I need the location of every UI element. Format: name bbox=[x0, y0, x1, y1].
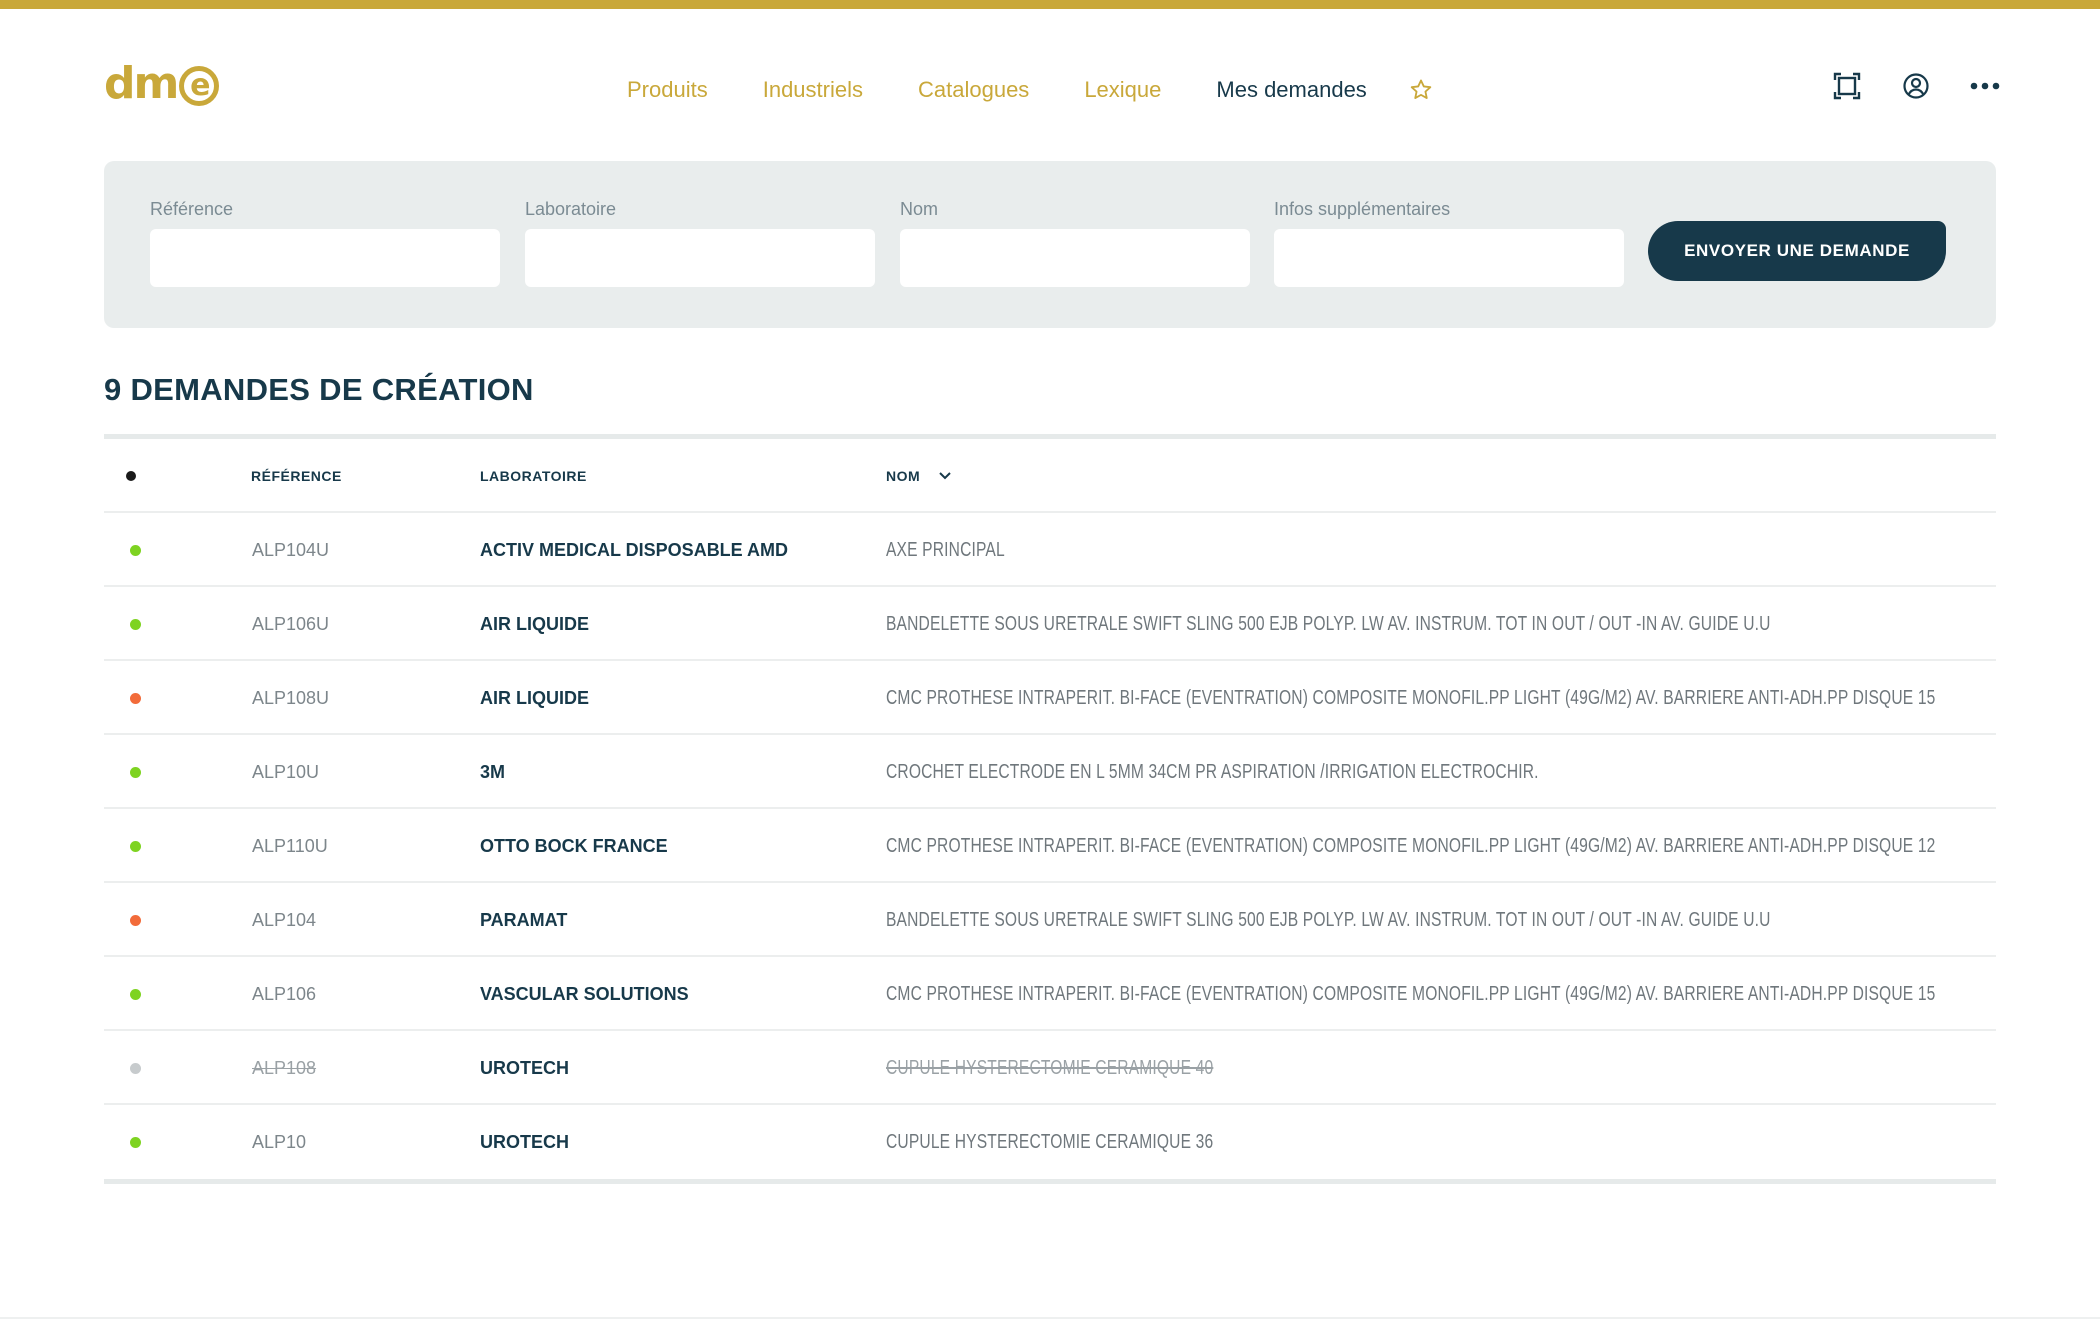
reference-cell: ALP10 bbox=[252, 1131, 307, 1152]
laboratory-input[interactable] bbox=[525, 229, 875, 287]
reference-cell: ALP106 bbox=[252, 983, 317, 1004]
name-cell: CROCHET ELECTRODE EN L 5MM 34CM PR ASPIR… bbox=[886, 760, 1539, 783]
table-row[interactable]: ALP108U AIR LIQUIDE CMC PROTHESE INTRAPE… bbox=[104, 661, 1996, 735]
requests-table: RÉFÉRENCE LABORATOIRE NOM ALP104U ACTIV … bbox=[104, 434, 1996, 1184]
name-cell: AXE PRINCIPAL bbox=[886, 538, 1005, 561]
request-form: Référence Laboratoire Nom Infos suppléme… bbox=[104, 161, 1996, 328]
table-row[interactable]: ALP110U OTTO BOCK FRANCE CMC PROTHESE IN… bbox=[104, 809, 1996, 883]
status-dot bbox=[130, 544, 141, 556]
name-label: Nom bbox=[900, 199, 939, 219]
table-row[interactable]: ALP104 PARAMAT BANDELETTE SOUS URETRALE … bbox=[104, 883, 1996, 957]
reference-cell: ALP104 bbox=[252, 909, 317, 930]
header: dm e Produits Industriels Catalogues Lex… bbox=[0, 9, 2100, 149]
status-dot bbox=[130, 914, 141, 926]
nav-item-produits[interactable]: Produits bbox=[627, 77, 708, 103]
table-row[interactable]: ALP106U AIR LIQUIDE BANDELETTE SOUS URET… bbox=[104, 587, 1996, 661]
laboratory-cell[interactable]: VASCULAR SOLUTIONS bbox=[480, 957, 689, 1031]
table-row[interactable]: ALP10 UROTECH CUPULE HYSTERECTOMIE CERAM… bbox=[104, 1105, 1996, 1179]
status-column-header bbox=[126, 439, 136, 513]
laboratory-cell[interactable]: AIR LIQUIDE bbox=[480, 587, 589, 661]
name-cell: BANDELETTE SOUS URETRALE SWIFT SLING 500… bbox=[886, 612, 1771, 635]
name-cell: BANDELETTE SOUS URETRALE SWIFT SLING 500… bbox=[886, 908, 1771, 931]
extra-info-label: Infos supplémentaires bbox=[1274, 199, 1451, 219]
status-dot bbox=[130, 1136, 141, 1148]
reference-label: Référence bbox=[150, 199, 234, 219]
name-cell: CUPULE HYSTERECTOMIE CERAMIQUE 40 bbox=[886, 1056, 1214, 1079]
laboratory-cell[interactable]: ACTIV MEDICAL DISPOSABLE AMD bbox=[480, 513, 788, 587]
laboratory-label: Laboratoire bbox=[525, 199, 617, 219]
top-accent-bar bbox=[0, 0, 2100, 9]
star-icon[interactable] bbox=[1408, 77, 1434, 103]
status-dot bbox=[130, 766, 141, 778]
chevron-down-icon[interactable] bbox=[938, 471, 952, 481]
user-icon[interactable] bbox=[1901, 71, 1931, 101]
name-cell: CMC PROTHESE INTRAPERIT. BI-FACE (EVENTR… bbox=[886, 686, 1936, 709]
laboratory-column-header[interactable]: LABORATOIRE bbox=[480, 439, 587, 513]
nav-item-lexique[interactable]: Lexique bbox=[1084, 77, 1161, 103]
reference-cell: ALP106U bbox=[252, 613, 330, 634]
table-header: RÉFÉRENCE LABORATOIRE NOM bbox=[104, 439, 1996, 513]
logo-text: dm bbox=[104, 58, 179, 109]
status-header-dot bbox=[126, 471, 136, 481]
nav-item-catalogues[interactable]: Catalogues bbox=[918, 77, 1029, 103]
extra-info-input[interactable] bbox=[1274, 229, 1624, 287]
name-cell: CMC PROTHESE INTRAPERIT. BI-FACE (EVENTR… bbox=[886, 834, 1936, 857]
status-dot bbox=[130, 840, 141, 852]
logo[interactable]: dm e bbox=[104, 58, 220, 109]
laboratory-cell[interactable]: AIR LIQUIDE bbox=[480, 661, 589, 735]
laboratory-cell[interactable]: OTTO BOCK FRANCE bbox=[480, 809, 668, 883]
fullscreen-icon[interactable] bbox=[1832, 71, 1862, 101]
extra-info-field-group: Infos supplémentaires bbox=[1274, 197, 1624, 287]
nav-item-industriels[interactable]: Industriels bbox=[763, 77, 863, 103]
laboratory-cell[interactable]: PARAMAT bbox=[480, 883, 567, 957]
status-dot bbox=[130, 1062, 141, 1074]
reference-cell: ALP110U bbox=[252, 835, 328, 856]
laboratory-cell[interactable]: 3M bbox=[480, 735, 505, 809]
table-bottom-divider bbox=[104, 1179, 1996, 1184]
table-row[interactable]: ALP106 VASCULAR SOLUTIONS CMC PROTHESE I… bbox=[104, 957, 1996, 1031]
status-dot bbox=[130, 988, 141, 1000]
name-input[interactable] bbox=[900, 229, 1250, 287]
name-field-group: Nom bbox=[900, 197, 1250, 287]
reference-cell: ALP104U bbox=[252, 539, 330, 560]
laboratory-field-group: Laboratoire bbox=[525, 197, 875, 287]
table-row[interactable]: ALP104U ACTIV MEDICAL DISPOSABLE AMD AXE… bbox=[104, 513, 1996, 587]
name-column-header[interactable]: NOM bbox=[886, 439, 952, 513]
reference-cell: ALP108 bbox=[252, 1057, 317, 1078]
reference-field-group: Référence bbox=[150, 197, 500, 287]
name-column-label: NOM bbox=[886, 468, 921, 484]
table-row[interactable]: ALP10U 3M CROCHET ELECTRODE EN L 5MM 34C… bbox=[104, 735, 1996, 809]
status-dot bbox=[130, 618, 141, 630]
name-cell: CMC PROTHESE INTRAPERIT. BI-FACE (EVENTR… bbox=[886, 982, 1936, 1005]
status-dot bbox=[130, 692, 141, 704]
footer-divider bbox=[0, 1317, 2100, 1319]
header-actions bbox=[1832, 71, 2000, 101]
nav-item-mes-demandes[interactable]: Mes demandes bbox=[1216, 77, 1366, 103]
reference-cell: ALP10U bbox=[252, 761, 320, 782]
table-body: ALP104U ACTIV MEDICAL DISPOSABLE AMD AXE… bbox=[104, 513, 1996, 1179]
main-nav: Produits Industriels Catalogues Lexique … bbox=[627, 67, 1434, 113]
reference-cell: ALP108U bbox=[252, 687, 330, 708]
reference-column-header[interactable]: RÉFÉRENCE bbox=[251, 439, 342, 513]
page-title: 9 DEMANDES DE CRÉATION bbox=[104, 372, 534, 407]
send-request-button[interactable]: ENVOYER UNE DEMANDE bbox=[1648, 221, 1946, 281]
table-row[interactable]: ALP108 UROTECH CUPULE HYSTERECTOMIE CERA… bbox=[104, 1031, 1996, 1105]
name-cell: CUPULE HYSTERECTOMIE CERAMIQUE 36 bbox=[886, 1130, 1214, 1153]
laboratory-cell[interactable]: UROTECH bbox=[480, 1105, 569, 1179]
reference-input[interactable] bbox=[150, 229, 500, 287]
more-icon[interactable] bbox=[1970, 71, 2000, 101]
logo-mark: e bbox=[179, 66, 220, 106]
laboratory-cell[interactable]: UROTECH bbox=[480, 1031, 569, 1105]
